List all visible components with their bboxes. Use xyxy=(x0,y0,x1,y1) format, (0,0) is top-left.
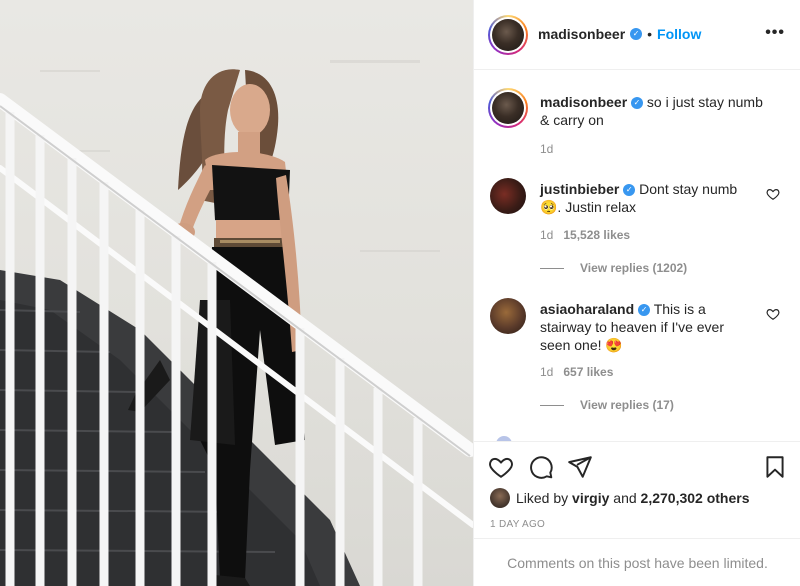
comment-icon[interactable] xyxy=(528,454,554,480)
caption-age: 1d xyxy=(540,142,554,156)
verified-badge-icon: ✓ xyxy=(630,28,643,40)
comment-line-1: This is a xyxy=(653,301,706,317)
commenter-avatar[interactable] xyxy=(490,178,526,214)
comment-text: justinbieber ✓ Dont stay numb 🥺. Justin … xyxy=(540,180,750,216)
heart-icon[interactable] xyxy=(488,454,514,480)
view-replies-button[interactable]: View replies (1202) xyxy=(540,261,687,275)
comment-username[interactable]: justinbieber xyxy=(540,181,619,197)
post-date[interactable]: 1 DAY AGO xyxy=(490,519,545,530)
post-header: madisonbeer ✓ • Follow ••• xyxy=(474,0,800,70)
post-actions: Liked by virgiy and 2,270,302 others 1 D… xyxy=(474,441,800,586)
verified-badge-icon: ✓ xyxy=(631,97,644,110)
like-comment-heart-icon[interactable] xyxy=(766,187,780,201)
replies-divider xyxy=(540,267,564,269)
comment-line-2: stairway to heaven if I've ever xyxy=(540,319,724,335)
liker-avatar[interactable] xyxy=(490,488,510,508)
liked-by-user[interactable]: virgiy xyxy=(572,490,609,506)
comment-age: 1d xyxy=(540,228,554,242)
verified-badge-icon: ✓ xyxy=(623,184,636,197)
liked-by-summary: Liked by virgiy and 2,270,302 others xyxy=(490,488,750,508)
author-avatar[interactable] xyxy=(488,15,528,55)
stairway-photo xyxy=(0,60,473,586)
comment-meta: 1d 15,528 likes xyxy=(540,228,630,242)
comment-line-3: seen one! 😍 xyxy=(540,337,623,353)
bookmark-icon[interactable] xyxy=(762,454,788,480)
comment-text: asiaoharaland ✓ This is a stairway to he… xyxy=(540,300,755,354)
post-details-panel: madisonbeer ✓ • Follow ••• madisonbeer ✓ xyxy=(473,0,800,586)
liked-by-joiner: and xyxy=(613,490,637,506)
comments-limited-notice: Comments on this post have been limited. xyxy=(474,538,800,586)
more-options-icon[interactable]: ••• xyxy=(765,24,785,42)
comment-line-2: 🥺. Justin relax xyxy=(540,199,637,215)
comment-line-1: Dont stay numb xyxy=(639,181,738,197)
comment-age: 1d xyxy=(540,365,554,379)
comments-list[interactable]: madisonbeer ✓ so i just stay numb & carr… xyxy=(474,71,800,441)
caption-line-1: so i just stay numb xyxy=(646,94,763,110)
verified-badge-icon: ✓ xyxy=(638,304,651,317)
comment-meta: 1d 657 likes xyxy=(540,365,613,379)
follow-button[interactable]: Follow xyxy=(657,26,701,42)
caption-text: madisonbeer ✓ so i just stay numb & carr… xyxy=(540,93,780,129)
view-replies-label: View replies (1202) xyxy=(580,261,688,275)
post-photo[interactable] xyxy=(0,0,473,586)
author-username[interactable]: madisonbeer xyxy=(538,26,625,42)
liked-by-count[interactable]: 2,270,302 others xyxy=(641,490,750,506)
liked-by-prefix: Liked by xyxy=(516,490,569,506)
comment-username[interactable]: asiaoharaland xyxy=(540,301,634,317)
view-replies-button[interactable]: View replies (17) xyxy=(540,398,674,412)
instagram-post: madisonbeer ✓ • Follow ••• madisonbeer ✓ xyxy=(0,0,800,586)
paper-plane-icon[interactable] xyxy=(567,454,593,480)
separator-dot: • xyxy=(647,26,653,42)
comment-likes[interactable]: 657 likes xyxy=(563,365,613,379)
replies-divider xyxy=(540,404,564,406)
caption-username[interactable]: madisonbeer xyxy=(540,94,627,110)
caption-avatar[interactable] xyxy=(488,88,528,128)
caption-line-2: & carry on xyxy=(540,112,604,128)
commenter-avatar[interactable] xyxy=(490,298,526,334)
comment-likes[interactable]: 15,528 likes xyxy=(563,228,630,242)
like-comment-heart-icon[interactable] xyxy=(766,307,780,321)
view-replies-label: View replies (17) xyxy=(580,398,674,412)
